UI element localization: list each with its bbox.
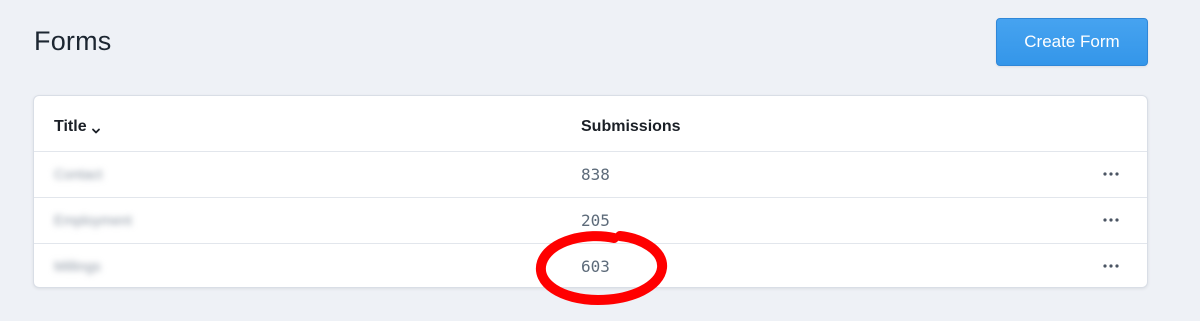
submissions-count-cell: 205 (581, 211, 610, 230)
table-header: Title Submissions (34, 96, 1147, 152)
submissions-count-cell: 603 (581, 257, 610, 276)
forms-table: Title Submissions Contact 838 Employment… (33, 95, 1148, 288)
table-row: Contact 838 (34, 152, 1147, 198)
submissions-count-cell: 838 (581, 165, 610, 184)
table-row: Millings 603 (34, 244, 1147, 287)
title-column-header[interactable]: Title (54, 118, 101, 136)
form-title-cell[interactable]: Millings (54, 258, 101, 274)
form-title-cell[interactable]: Employment (54, 212, 132, 228)
submissions-column-label: Submissions (581, 118, 681, 135)
more-horizontal-icon[interactable] (1100, 254, 1122, 278)
more-horizontal-icon[interactable] (1100, 162, 1122, 186)
submissions-column-header: Submissions (581, 118, 681, 136)
form-title-cell[interactable]: Contact (54, 166, 102, 182)
table-row: Employment 205 (34, 198, 1147, 244)
create-form-button[interactable]: Create Form (996, 18, 1148, 66)
forms-page: Forms Create Form Title Submissions Cont… (0, 0, 1200, 321)
chevron-down-icon (91, 123, 101, 134)
page-title: Forms (34, 26, 112, 56)
more-horizontal-icon[interactable] (1100, 208, 1122, 232)
title-column-label: Title (54, 118, 87, 135)
